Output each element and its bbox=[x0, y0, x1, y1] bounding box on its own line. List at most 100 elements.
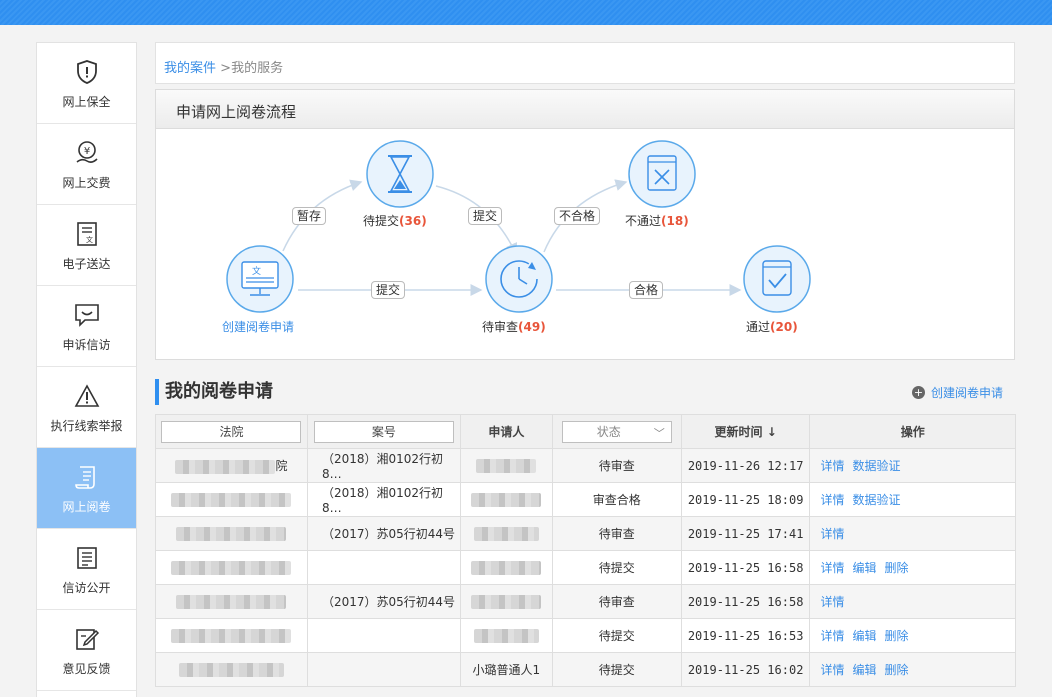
details-link[interactable]: 详情 bbox=[820, 595, 844, 609]
redacted-text bbox=[471, 594, 542, 609]
sidebar-item-petition-public[interactable]: 信访公开 bbox=[37, 529, 136, 610]
case-no-filter-input[interactable]: 案号 bbox=[313, 420, 454, 443]
node-reviewing-count: (49) bbox=[518, 320, 546, 334]
cell-court: 院 bbox=[155, 448, 308, 483]
col-updated[interactable]: 更新时间 ↓ bbox=[680, 414, 811, 449]
data-verify-link[interactable]: 数据验证 bbox=[853, 493, 901, 507]
top-bar bbox=[0, 0, 1052, 25]
cell-ops: 详情 数据验证 bbox=[809, 448, 1016, 483]
data-verify-link[interactable]: 数据验证 bbox=[853, 459, 901, 473]
node-create-application[interactable]: 文 bbox=[226, 245, 294, 313]
cell-court bbox=[155, 652, 308, 687]
court-suffix: 院 bbox=[275, 459, 288, 473]
breadcrumb-link-my-cases[interactable]: 我的案件 bbox=[164, 61, 216, 76]
svg-text:文: 文 bbox=[252, 265, 261, 277]
process-flow-panel: 申请网上阅卷流程 文 创建阅卷申请 待提交(36) 待审查(49) 不通过(18… bbox=[155, 89, 1015, 360]
redacted-text bbox=[473, 526, 539, 541]
node-rejected[interactable] bbox=[628, 140, 696, 208]
sort-desc-icon[interactable]: ↓ bbox=[767, 425, 777, 439]
sidebar: 网上保全 ¥ 网上交费 文 电子送达 申诉信访 执行线索举报 网上阅卷 信访公开 bbox=[36, 42, 137, 697]
node-passed-label: 通过(20) bbox=[746, 318, 798, 335]
redacted-text bbox=[171, 628, 292, 643]
sidebar-item-label: 网上保全 bbox=[62, 94, 111, 109]
col-case-no: 案号 bbox=[306, 414, 461, 449]
table-row: 待提交 2019-11-25 16:53 详情 编辑 删除 bbox=[155, 618, 1016, 653]
cell-ops: 详情 数据验证 bbox=[809, 482, 1016, 517]
sidebar-item-electronic-delivery[interactable]: 文 电子送达 bbox=[37, 205, 136, 286]
chevron-down-icon: ﹀ bbox=[653, 426, 665, 440]
cell-status: 审查合格 bbox=[551, 482, 682, 517]
scroll-icon bbox=[72, 462, 102, 492]
col-applicant: 申请人 bbox=[459, 414, 553, 449]
applications-table: 法院 案号 申请人 状态 ﹀ 更新时间 ↓ 操作 院 （2018）湘0102行初8…… bbox=[155, 414, 1016, 687]
sidebar-item-label: 网上交费 bbox=[62, 175, 111, 190]
table-row: （2017）苏05行初44号 待审查 2019-11-25 16:58 详情 bbox=[155, 584, 1016, 619]
sidebar-item-label: 执行线索举报 bbox=[50, 418, 123, 433]
cell-case-no: （2018）湘0102行初8… bbox=[306, 482, 461, 517]
details-link[interactable]: 详情 bbox=[820, 561, 844, 575]
cell-ops: 详情 编辑 删除 bbox=[809, 618, 1016, 653]
court-filter-input[interactable]: 法院 bbox=[161, 420, 302, 443]
cell-updated: 2019-11-26 12:17 bbox=[680, 448, 811, 483]
cell-case-no bbox=[306, 652, 461, 687]
details-link[interactable]: 详情 bbox=[820, 629, 844, 643]
details-link[interactable]: 详情 bbox=[820, 459, 844, 473]
node-rejected-count: (18) bbox=[661, 214, 689, 228]
cell-status: 待审查 bbox=[551, 448, 682, 483]
cell-status: 待提交 bbox=[551, 652, 682, 687]
breadcrumb-current: 我的服务 bbox=[231, 61, 284, 76]
sidebar-item-enforcement-report[interactable]: 执行线索举报 bbox=[37, 367, 136, 448]
details-link[interactable]: 详情 bbox=[820, 527, 844, 541]
cell-case-no bbox=[306, 550, 461, 585]
cell-status: 待提交 bbox=[551, 618, 682, 653]
cell-updated: 2019-11-25 16:58 bbox=[680, 550, 811, 585]
cell-updated: 2019-11-25 17:41 bbox=[680, 516, 811, 551]
create-application-button[interactable]: + 创建阅卷申请 bbox=[912, 384, 1003, 401]
edge-label-save: 暂存 bbox=[292, 207, 327, 225]
cell-ops: 详情 编辑 删除 bbox=[809, 652, 1016, 687]
cell-updated: 2019-11-25 16:53 bbox=[680, 618, 811, 653]
cell-status: 待提交 bbox=[551, 550, 682, 585]
node-reviewing[interactable] bbox=[485, 245, 553, 313]
details-link[interactable]: 详情 bbox=[820, 663, 844, 677]
chat-icon bbox=[72, 300, 102, 330]
cell-court bbox=[155, 550, 308, 585]
sidebar-item-online-reading[interactable]: 网上阅卷 bbox=[37, 448, 136, 529]
edit-link[interactable]: 编辑 bbox=[853, 663, 877, 677]
cell-court bbox=[155, 482, 308, 517]
sidebar-item-label: 申诉信访 bbox=[62, 337, 111, 352]
delete-link[interactable]: 删除 bbox=[885, 663, 909, 677]
edge-label-submit-top: 提交 bbox=[468, 207, 503, 225]
edit-link[interactable]: 编辑 bbox=[853, 561, 877, 575]
shield-icon bbox=[72, 57, 102, 87]
redacted-text bbox=[473, 628, 539, 643]
status-filter-label: 状态 bbox=[596, 424, 621, 439]
document-icon: 文 bbox=[72, 219, 102, 249]
list-doc-icon bbox=[72, 543, 102, 573]
delete-link[interactable]: 删除 bbox=[885, 561, 909, 575]
cell-applicant bbox=[459, 550, 553, 585]
table-row: 小璐普通人1 待提交 2019-11-25 16:02 详情 编辑 删除 bbox=[155, 652, 1016, 687]
sidebar-item-online-preservation[interactable]: 网上保全 bbox=[37, 43, 136, 124]
edit-link[interactable]: 编辑 bbox=[853, 629, 877, 643]
details-link[interactable]: 详情 bbox=[820, 493, 844, 507]
cell-court bbox=[155, 618, 308, 653]
node-create-label[interactable]: 创建阅卷申请 bbox=[222, 318, 294, 335]
warning-icon bbox=[72, 381, 102, 411]
sidebar-item-label: 电子送达 bbox=[62, 256, 111, 271]
col-status: 状态 ﹀ bbox=[551, 414, 682, 449]
sidebar-item-label: 信访公开 bbox=[62, 580, 111, 595]
table-row: 院（2018）湘0102行初8… 待审查 2019-11-26 12:17 详情 数据验… bbox=[155, 448, 1016, 483]
sidebar-item-online-payment[interactable]: ¥ 网上交费 bbox=[37, 124, 136, 205]
delete-link[interactable]: 删除 bbox=[885, 629, 909, 643]
sidebar-item-feedback[interactable]: 意见反馈 bbox=[37, 610, 136, 691]
status-filter-select[interactable]: 状态 ﹀ bbox=[561, 420, 672, 443]
edge-label-fail: 不合格 bbox=[554, 207, 601, 225]
sidebar-item-complaints[interactable]: 申诉信访 bbox=[37, 286, 136, 367]
redacted-text bbox=[171, 560, 292, 575]
svg-text:¥: ¥ bbox=[83, 146, 89, 157]
create-application-label: 创建阅卷申请 bbox=[931, 386, 1004, 400]
node-pending-submit[interactable] bbox=[366, 140, 434, 208]
redacted-text bbox=[178, 662, 284, 677]
node-passed[interactable] bbox=[743, 245, 811, 313]
